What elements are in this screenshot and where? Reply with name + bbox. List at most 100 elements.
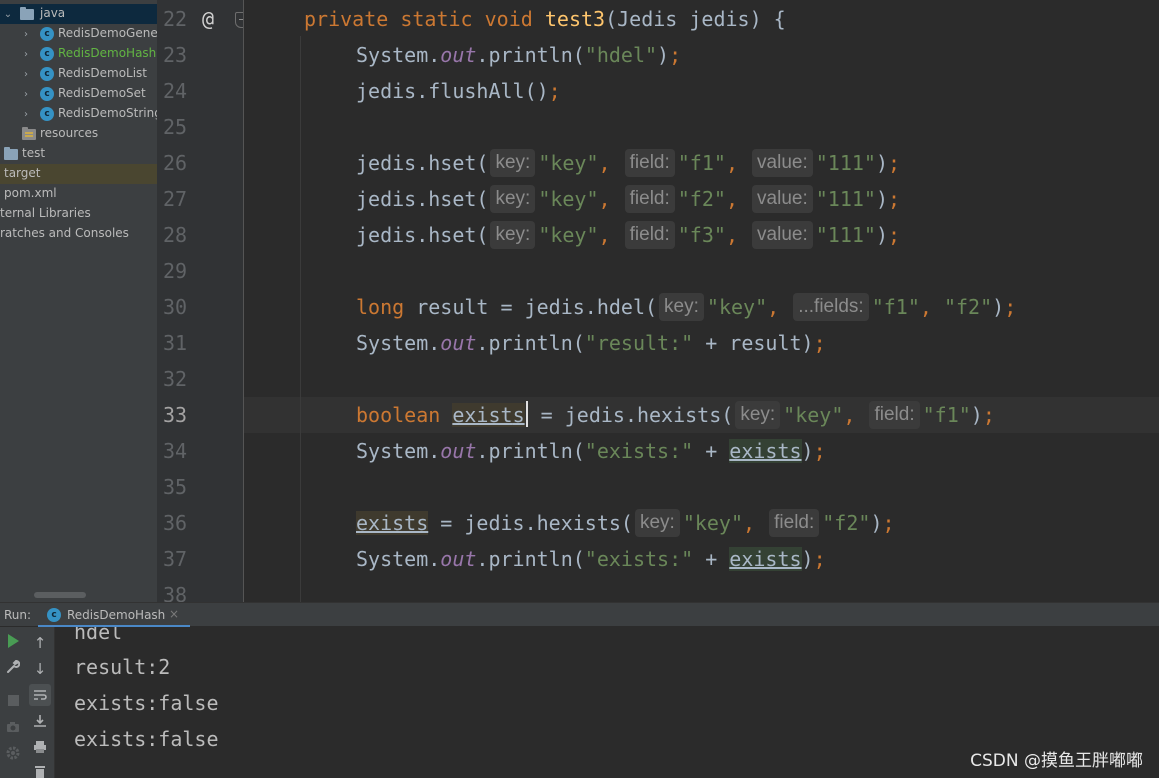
resources-folder-icon [22,127,36,140]
param-hint: key: [735,401,781,429]
chevron-right-icon[interactable]: › [20,107,32,121]
code-line-34[interactable]: System.out.println("exists:" + exists); [356,433,826,469]
camera-button[interactable] [2,716,24,738]
override-marker-icon[interactable]: @ [202,1,214,37]
run-label: Run: [4,608,32,622]
stop-button[interactable] [2,689,24,711]
code-line-30[interactable]: long result = jedis.hdel(key: "key", ...f… [356,289,1016,325]
param-hint: value: [752,185,813,213]
tree-item-external-libraries[interactable]: ternal Libraries [0,204,157,224]
java-class-icon: c [47,608,61,622]
code-line-27[interactable]: jedis.hset(key: "key", field: "f2", value:… [356,181,900,217]
param-hint: field: [624,221,675,249]
scroll-to-end-icon [34,715,46,727]
printer-icon [34,741,46,753]
watermark: CSDN @摸鱼王胖嘟嘟 [970,751,1143,771]
code-line-31[interactable]: System.out.println("result:" + result); [356,325,826,361]
code-line-24[interactable]: jedis.flushAll(); [356,73,561,109]
line-number: 32 [163,367,188,391]
code-line-22[interactable]: private static void test3(Jedis jedis) { [304,1,786,37]
code-line-28[interactable]: jedis.hset(key: "key", field: "f3", value:… [356,217,900,253]
run-panel-header: Run: c RedisDemoHash × [0,602,1159,628]
line-number: 35 [163,475,188,499]
console-toolbar: ↑ ↓ [26,627,55,778]
console-line: exists:false [74,691,219,715]
line-number-current: 33 [163,403,188,427]
code-line-23[interactable]: System.out.println("hdel"); [356,37,681,73]
close-icon[interactable]: × [169,607,179,621]
fold-icon[interactable] [235,12,243,28]
chevron-right-icon[interactable]: › [20,67,32,81]
line-number: 34 [163,439,188,463]
param-hint: field: [769,509,820,537]
stop-icon [7,694,19,706]
tree-item-java[interactable]: ⌄ java [0,4,157,24]
editor-gutter: 22 @ 23 24 25 26 27 28 29 30 31 32 33 34… [157,0,244,602]
line-number: 23 [163,43,188,67]
trash-icon [35,766,45,778]
tree-item-resources[interactable]: resources [0,124,157,144]
java-class-icon: c [40,67,54,81]
soft-wrap-icon [34,690,47,700]
tree-item-redisdemolist[interactable]: › c RedisDemoList [0,64,157,84]
chevron-right-icon[interactable]: › [20,87,32,101]
tree-item-redisdemoset[interactable]: › c RedisDemoSet [0,84,157,104]
run-tab[interactable]: c RedisDemoHash × [38,603,190,628]
chevron-down-icon[interactable]: ⌄ [2,7,14,21]
line-number: 25 [163,115,188,139]
soft-wrap-button[interactable] [29,684,51,706]
tree-item-redisdemogener[interactable]: › c RedisDemoGener [0,24,157,44]
java-class-icon: c [40,87,54,101]
param-hint: field: [624,149,675,177]
text-caret [525,401,528,427]
console-line: exists:false [74,727,219,751]
print-button[interactable] [29,736,51,758]
line-number: 28 [163,223,188,247]
tree-item-pom-xml[interactable]: pom.xml [0,184,157,204]
wrench-icon [7,660,20,673]
settings-button[interactable] [2,656,24,678]
line-number: 30 [163,295,188,319]
scroll-down-button[interactable]: ↓ [29,658,51,680]
code-editor[interactable]: private static void test3(Jedis jedis) {… [244,0,1159,602]
scroll-up-button[interactable]: ↑ [29,632,51,654]
variable-usage: exists [729,547,802,571]
code-line-36[interactable]: exists = jedis.hexists(key: "key", field:… [356,505,895,541]
java-class-icon: c [40,27,54,41]
clear-button[interactable] [29,760,51,778]
code-line-33[interactable]: boolean exists = jedis.hexists(key: "key"… [356,397,995,433]
tree-item-test[interactable]: test [0,144,157,164]
param-hint: key: [490,149,536,177]
scroll-to-end-button[interactable] [29,710,51,732]
line-number: 27 [163,187,188,211]
line-number: 29 [163,259,188,283]
param-hint: key: [659,293,704,321]
variable-usage: exists [356,511,429,535]
tree-item-redisdemohash[interactable]: › c RedisDemoHash [0,44,157,64]
folder-icon [4,147,18,160]
line-number: 38 [163,583,188,602]
param-hint: ...fields: [793,293,869,321]
java-class-icon: c [40,107,54,121]
tree-item-target[interactable]: target [0,164,157,184]
project-tree: ⌄ java › c RedisDemoGener › c RedisDemoH… [0,0,157,602]
line-number: 26 [163,151,188,175]
console-line: result:2 [74,655,171,679]
code-line-37[interactable]: System.out.println("exists:" + exists); [356,541,826,577]
arrow-down-icon: ↓ [33,660,47,678]
arrow-up-icon: ↑ [33,634,47,652]
line-number: 24 [163,79,188,103]
java-class-icon: c [40,47,54,61]
tree-item-scratches-and-consoles[interactable]: ratches and Consoles [0,224,157,244]
tree-horizontal-scrollbar[interactable] [34,592,86,598]
camera-icon [7,722,19,732]
param-hint: key: [490,221,536,249]
code-line-26[interactable]: jedis.hset(key: "key", field: "f1", value:… [356,145,900,181]
param-hint: value: [752,221,813,249]
param-hint: key: [634,509,680,537]
tree-item-redisdemostring[interactable]: › c RedisDemoString [0,104,157,124]
chevron-right-icon[interactable]: › [20,27,32,41]
rerun-button[interactable] [2,630,24,652]
gear-button[interactable] [2,742,24,764]
chevron-right-icon[interactable]: › [20,47,32,61]
